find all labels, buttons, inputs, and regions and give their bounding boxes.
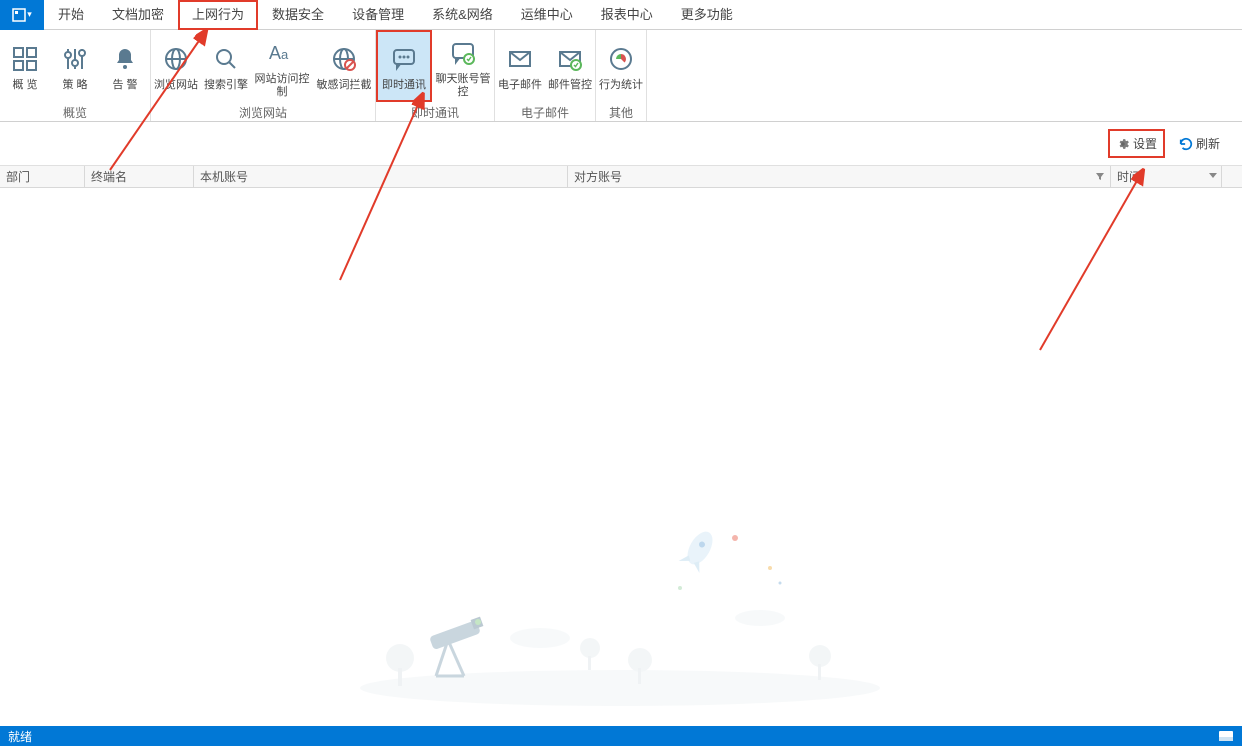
ribbon-btn-label: 邮件管控 [548, 79, 592, 92]
ribbon-group-4: 行为统计其他 [596, 30, 647, 121]
status-bar: 就绪 [0, 726, 1242, 746]
globe-block-icon [328, 43, 360, 75]
ribbon-btn-0-2[interactable]: 告 警 [100, 30, 150, 102]
search-icon [210, 43, 242, 75]
ribbon-group-1: 浏览网站搜索引擎Aa网站访问控制敏感词拦截浏览网站 [151, 30, 376, 121]
svg-text:A: A [269, 43, 281, 63]
col-terminal[interactable]: 终端名 [85, 166, 194, 187]
chevron-down-icon[interactable] [1209, 173, 1217, 179]
ribbon-group-label: 其他 [596, 102, 646, 125]
app-menu-icon[interactable]: ▾ [0, 0, 44, 30]
ribbon-btn-3-0[interactable]: 电子邮件 [495, 30, 545, 102]
menu-item-3[interactable]: 数据安全 [258, 0, 338, 30]
col-time[interactable]: 时间 [1111, 166, 1222, 187]
text-aa-icon: Aa [266, 37, 298, 69]
content-area [0, 188, 1242, 716]
menu-item-1[interactable]: 文档加密 [98, 0, 178, 30]
ribbon-btn-label: 即时通讯 [382, 79, 426, 92]
status-text: 就绪 [8, 728, 32, 745]
ribbon-btn-label: 电子邮件 [498, 79, 542, 92]
menu-item-8[interactable]: 更多功能 [667, 0, 747, 30]
ribbon-btn-label: 网站访问控制 [251, 73, 313, 99]
ribbon-group-2: 即时通讯聊天账号管控即时通讯 [376, 30, 495, 121]
col-department[interactable]: 部门 [0, 166, 85, 187]
ribbon-btn-2-1[interactable]: 聊天账号管控 [432, 30, 494, 102]
menu-item-5[interactable]: 系统&网络 [418, 0, 507, 30]
mail-icon [504, 43, 536, 75]
ribbon-group-3: 电子邮件邮件管控电子邮件 [495, 30, 596, 121]
toolbar-row: 设置 刷新 [0, 122, 1242, 166]
settings-label: 设置 [1133, 135, 1157, 152]
menu-item-4[interactable]: 设备管理 [338, 0, 418, 30]
mail-lock-icon [554, 43, 586, 75]
menu-item-0[interactable]: 开始 [44, 0, 98, 30]
menu-bar: ▾ 开始文档加密上网行为数据安全设备管理系统&网络运维中心报表中心更多功能 [0, 0, 1242, 30]
col-time-label: 时间 [1117, 170, 1141, 184]
ribbon-btn-4-0[interactable]: 行为统计 [596, 30, 646, 102]
ribbon: 概 览策 略告 警概览浏览网站搜索引擎Aa网站访问控制敏感词拦截浏览网站即时通讯… [0, 30, 1242, 122]
ribbon-btn-label: 浏览网站 [154, 79, 198, 92]
col-spacer [1222, 166, 1242, 187]
col-peer-account-label: 对方账号 [574, 170, 622, 184]
chat-lock-icon [447, 37, 479, 69]
ribbon-btn-0-0[interactable]: 概 览 [0, 30, 50, 102]
ribbon-btn-label: 策 略 [62, 79, 87, 92]
ribbon-btn-1-1[interactable]: 搜索引擎 [201, 30, 251, 102]
menu-item-7[interactable]: 报表中心 [587, 0, 667, 30]
ribbon-btn-label: 搜索引擎 [204, 79, 248, 92]
status-tray-icon[interactable] [1218, 730, 1234, 742]
svg-text:a: a [281, 47, 289, 62]
ribbon-btn-label: 告 警 [112, 79, 137, 92]
refresh-icon [1179, 137, 1193, 151]
refresh-label: 刷新 [1196, 135, 1220, 152]
menu-item-6[interactable]: 运维中心 [507, 0, 587, 30]
bell-icon [109, 43, 141, 75]
grid-icon [9, 43, 41, 75]
column-headers: 部门 终端名 本机账号 对方账号 时间 [0, 166, 1242, 188]
filter-icon[interactable] [1096, 173, 1104, 181]
chat-icon [388, 43, 420, 75]
ribbon-btn-label: 敏感词拦截 [317, 79, 372, 92]
ribbon-btn-2-0[interactable]: 即时通讯 [376, 30, 432, 102]
ribbon-btn-1-0[interactable]: 浏览网站 [151, 30, 201, 102]
globe-icon [160, 43, 192, 75]
ribbon-btn-label: 聊天账号管控 [432, 73, 494, 99]
ribbon-btn-label: 行为统计 [599, 79, 643, 92]
globe-stats-icon [605, 43, 637, 75]
gear-icon [1116, 137, 1130, 151]
col-peer-account[interactable]: 对方账号 [568, 166, 1111, 187]
ribbon-group-label: 即时通讯 [376, 102, 494, 125]
ribbon-group-label: 电子邮件 [495, 102, 595, 125]
ribbon-group-label: 浏览网站 [151, 102, 375, 125]
menu-item-2[interactable]: 上网行为 [178, 0, 258, 30]
ribbon-btn-label: 概 览 [12, 79, 37, 92]
refresh-button[interactable]: 刷新 [1175, 133, 1224, 154]
empty-state-illustration [340, 508, 900, 708]
ribbon-group-0: 概 览策 略告 警概览 [0, 30, 151, 121]
sliders-icon [59, 43, 91, 75]
ribbon-btn-3-1[interactable]: 邮件管控 [545, 30, 595, 102]
ribbon-btn-1-2[interactable]: Aa 网站访问控制 [251, 30, 313, 102]
col-local-account[interactable]: 本机账号 [194, 166, 568, 187]
ribbon-btn-0-1[interactable]: 策 略 [50, 30, 100, 102]
ribbon-btn-1-3[interactable]: 敏感词拦截 [313, 30, 375, 102]
ribbon-group-label: 概览 [0, 102, 150, 125]
settings-button[interactable]: 设置 [1108, 129, 1165, 158]
